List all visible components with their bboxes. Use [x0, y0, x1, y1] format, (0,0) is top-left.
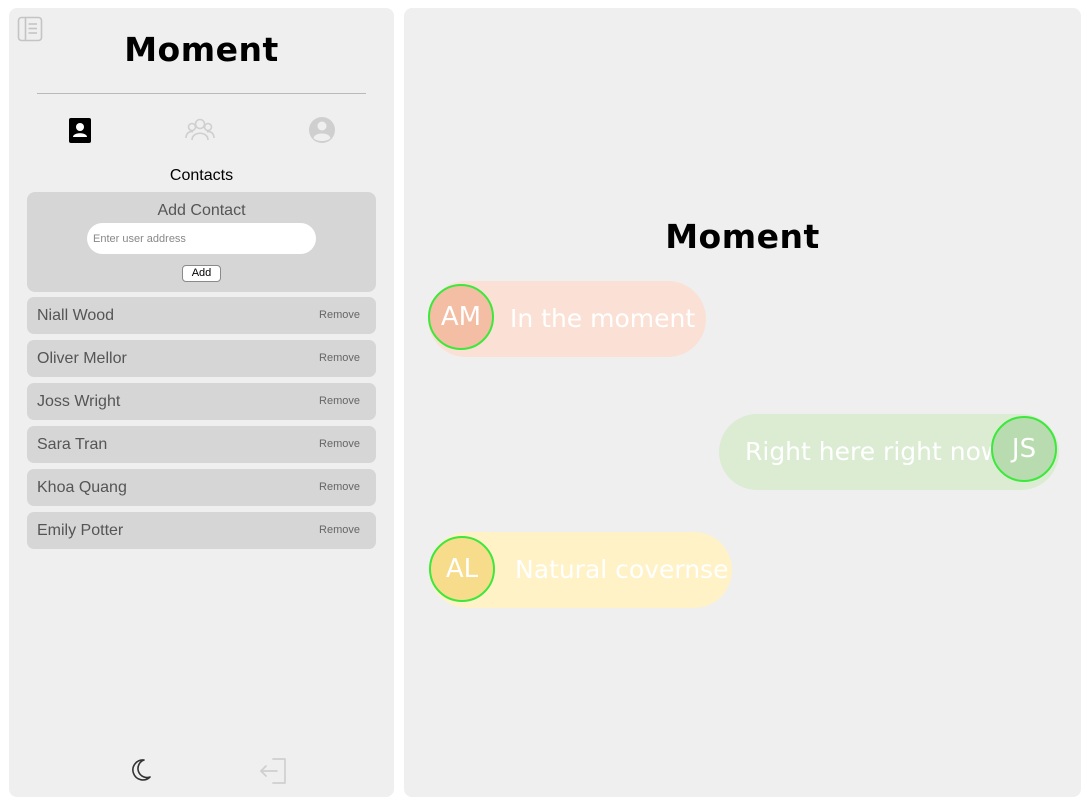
- add-contact-card: Add Contact Add: [27, 192, 376, 292]
- contact-name: Sara Tran: [37, 436, 108, 453]
- chat-panel: Moment AM In the moment Right here right…: [404, 8, 1081, 797]
- contact-name: Emily Potter: [37, 522, 124, 539]
- remove-contact-button[interactable]: Remove: [319, 524, 360, 536]
- user-circle-icon[interactable]: [307, 115, 337, 145]
- remove-contact-button[interactable]: Remove: [319, 352, 360, 364]
- add-contact-button[interactable]: Add: [182, 265, 221, 282]
- avatar[interactable]: AL: [429, 536, 495, 602]
- section-title: Contacts: [169, 167, 234, 184]
- moon-icon[interactable]: [127, 757, 153, 783]
- remove-contact-button[interactable]: Remove: [319, 395, 360, 407]
- contact-row: Khoa Quang Remove: [27, 469, 376, 506]
- contact-row: Sara Tran Remove: [27, 426, 376, 463]
- message-text: In the moment: [510, 304, 696, 333]
- divider: [37, 93, 366, 94]
- message-text: Right here right now: [745, 437, 1002, 466]
- message-bubble[interactable]: Right here right now JS: [719, 414, 1059, 490]
- chat-logo: Moment: [665, 217, 820, 256]
- message-text: Natural covernse: [515, 555, 729, 584]
- contact-row: Oliver Mellor Remove: [27, 340, 376, 377]
- contact-row: Emily Potter Remove: [27, 512, 376, 549]
- remove-contact-button[interactable]: Remove: [319, 309, 360, 321]
- contact-name: Joss Wright: [37, 393, 121, 410]
- group-icon[interactable]: [185, 115, 215, 145]
- contact-book-icon[interactable]: [65, 115, 95, 145]
- app-logo: Moment: [124, 30, 279, 69]
- message-bubble[interactable]: AL Natural covernse: [429, 532, 732, 608]
- contact-name: Oliver Mellor: [37, 350, 127, 367]
- contact-name: Niall Wood: [37, 307, 115, 324]
- sidebar: Moment Contacts Add Contact Enter user a…: [9, 8, 394, 797]
- contact-name: Khoa Quang: [37, 479, 127, 496]
- logout-icon[interactable]: [259, 756, 289, 786]
- avatar[interactable]: AM: [428, 284, 494, 350]
- contact-row: Niall Wood Remove: [27, 297, 376, 334]
- add-contact-title: Add Contact: [157, 202, 246, 219]
- contact-row: Joss Wright Remove: [27, 383, 376, 420]
- avatar[interactable]: JS: [991, 416, 1057, 482]
- contact-list: Niall Wood Remove Oliver Mellor Remove J…: [27, 297, 376, 555]
- remove-contact-button[interactable]: Remove: [319, 481, 360, 493]
- remove-contact-button[interactable]: Remove: [319, 438, 360, 450]
- user-address-input[interactable]: [87, 223, 316, 254]
- message-bubble[interactable]: AM In the moment: [428, 281, 706, 357]
